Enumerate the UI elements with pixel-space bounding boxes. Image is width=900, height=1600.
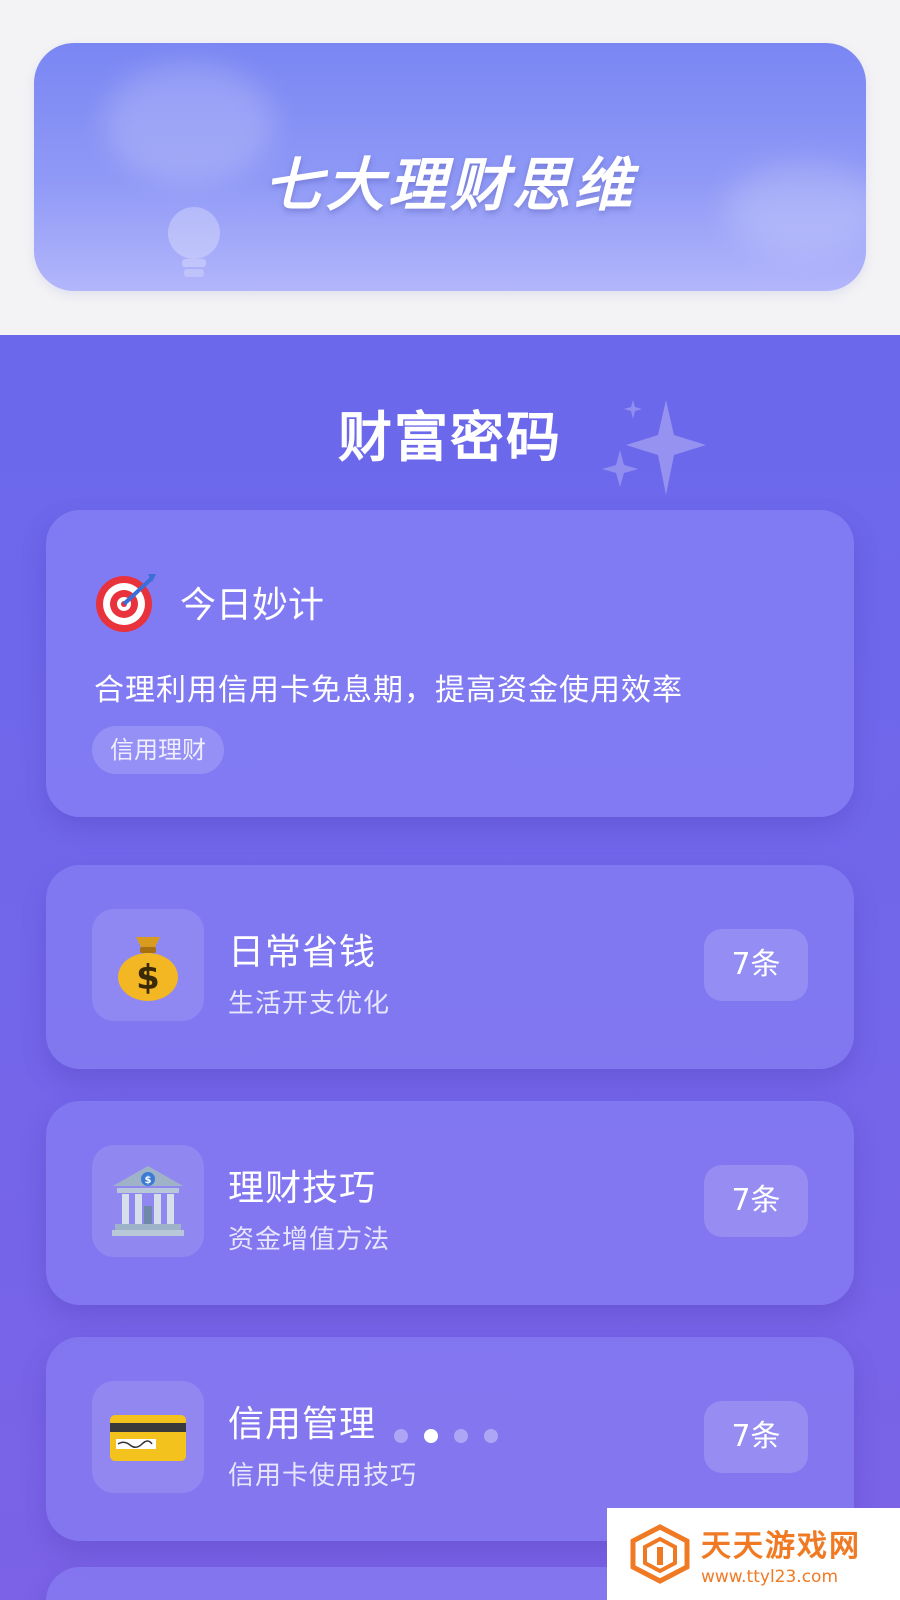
site-watermark: 天天游戏网 www.ttyl23.com bbox=[607, 1508, 900, 1600]
bank-icon: $ bbox=[112, 1166, 184, 1236]
category-icon-box bbox=[92, 1381, 204, 1493]
category-card-daily-saving[interactable]: $ 日常省钱 生活开支优化 7条 bbox=[46, 865, 854, 1069]
pagination-dot[interactable] bbox=[484, 1429, 498, 1443]
banner[interactable]: 七大理财思维 bbox=[34, 43, 866, 291]
main-panel: 财富密码 今日妙计 合理利用信用卡免息期，提高资金使用效率 信用理财 $ 日常省… bbox=[0, 335, 900, 1600]
tip-text: 合理利用信用卡免息期，提高资金使用效率 bbox=[94, 673, 683, 708]
pagination-dot[interactable] bbox=[394, 1429, 408, 1443]
banner-title: 七大理财思维 bbox=[263, 151, 636, 219]
tip-header: 今日妙计 bbox=[94, 570, 324, 634]
category-count-badge: 7条 bbox=[704, 1165, 808, 1237]
tip-tag[interactable]: 信用理财 bbox=[92, 726, 224, 774]
category-subtitle: 信用卡使用技巧 bbox=[228, 1461, 418, 1491]
category-card-finance-tips[interactable]: $ 理财技巧 资金增值方法 7条 bbox=[46, 1101, 854, 1305]
svg-text:$: $ bbox=[145, 1175, 152, 1186]
watermark-logo-icon bbox=[630, 1524, 690, 1584]
category-subtitle: 生活开支优化 bbox=[228, 989, 391, 1019]
top-area: 七大理财思维 bbox=[0, 0, 900, 335]
credit-card-icon bbox=[110, 1415, 186, 1461]
category-subtitle: 资金增值方法 bbox=[228, 1225, 391, 1255]
category-count-badge: 7条 bbox=[704, 929, 808, 1001]
watermark-url: www.ttyl23.com bbox=[701, 1567, 839, 1587]
category-icon-box: $ bbox=[92, 1145, 204, 1257]
svg-text:$: $ bbox=[136, 958, 160, 998]
pagination-dots bbox=[394, 1429, 498, 1443]
watermark-name: 天天游戏网 bbox=[701, 1529, 861, 1564]
target-icon bbox=[96, 574, 156, 632]
category-title: 理财技巧 bbox=[228, 1168, 377, 1209]
pagination-dot-active[interactable] bbox=[424, 1429, 438, 1443]
tip-title: 今日妙计 bbox=[180, 585, 325, 626]
pagination-dot[interactable] bbox=[454, 1429, 468, 1443]
daily-tip-card[interactable]: 今日妙计 合理利用信用卡免息期，提高资金使用效率 信用理财 bbox=[46, 510, 854, 817]
category-title: 信用管理 bbox=[228, 1404, 377, 1445]
watermark-text: 天天游戏网 www.ttyl23.com bbox=[701, 1521, 861, 1587]
section-title: 财富密码 bbox=[338, 406, 562, 469]
money-bag-icon: $ bbox=[118, 937, 178, 1001]
category-icon-box: $ bbox=[92, 909, 204, 1021]
category-title: 日常省钱 bbox=[228, 932, 377, 973]
category-count-badge: 7条 bbox=[704, 1401, 808, 1473]
